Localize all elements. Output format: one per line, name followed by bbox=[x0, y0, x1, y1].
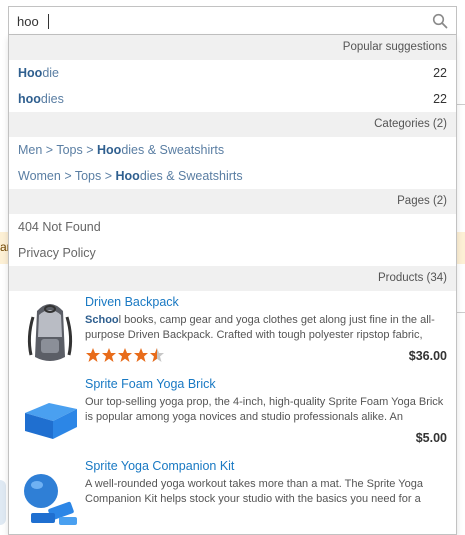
divider bbox=[457, 104, 465, 105]
autocomplete-dropdown: Popular suggestions Hoodie 22 hoodies 22… bbox=[8, 35, 457, 535]
text-caret bbox=[48, 14, 49, 29]
search-input[interactable] bbox=[17, 12, 417, 30]
search-box[interactable] bbox=[8, 6, 457, 35]
product-image-yoga-kit bbox=[24, 474, 77, 525]
product-item[interactable]: Sprite Foam Yoga Brick Our top-selling y… bbox=[9, 373, 456, 455]
background-shape bbox=[0, 480, 6, 525]
product-price: $36.00 bbox=[408, 349, 447, 363]
section-header-popular: Popular suggestions bbox=[9, 35, 456, 60]
suggestion-item[interactable]: hoodies 22 bbox=[9, 86, 456, 112]
suggestion-count: 22 bbox=[433, 92, 447, 106]
category-item[interactable]: Women > Tops > Hoodies & Sweatshirts bbox=[9, 163, 456, 189]
product-name: Sprite Yoga Companion Kit bbox=[85, 459, 235, 473]
product-name: Driven Backpack bbox=[85, 295, 179, 309]
suggestion-count: 22 bbox=[433, 66, 447, 80]
suggestion-item[interactable]: Hoodie 22 bbox=[9, 60, 456, 86]
product-name: Sprite Foam Yoga Brick bbox=[85, 377, 216, 391]
section-header-pages: Pages (2) bbox=[9, 189, 456, 214]
suggestion-label: Hoodie bbox=[18, 66, 59, 80]
product-description: Our top-selling yoga prop, the 4-inch, h… bbox=[85, 396, 444, 423]
product-item[interactable]: Driven Backpack School books, camp gear … bbox=[9, 291, 456, 373]
category-item[interactable]: Men > Tops > Hoodies & Sweatshirts bbox=[9, 137, 456, 163]
page-label: 404 Not Found bbox=[18, 220, 101, 234]
category-label: Men > Tops > Hoodies & Sweatshirts bbox=[18, 143, 225, 157]
star-full-icon bbox=[86, 348, 100, 362]
star-full-icon bbox=[134, 348, 148, 362]
page-item[interactable]: 404 Not Found bbox=[9, 214, 456, 240]
star-half-icon bbox=[150, 348, 164, 362]
product-rating bbox=[85, 347, 165, 363]
product-price: $5.00 bbox=[415, 431, 447, 445]
product-image-yoga-brick bbox=[25, 403, 77, 439]
search-icon[interactable] bbox=[432, 13, 448, 29]
page-item[interactable]: Privacy Policy bbox=[9, 240, 456, 266]
section-header-products: Products (34) bbox=[9, 266, 456, 291]
category-label: Women > Tops > Hoodies & Sweatshirts bbox=[18, 169, 243, 183]
divider bbox=[457, 312, 465, 313]
suggestion-label: hoodies bbox=[18, 92, 64, 106]
product-description: A well-rounded yoga workout takes more t… bbox=[85, 478, 423, 505]
product-image-backpack bbox=[27, 304, 73, 361]
product-description: School books, camp gear and yoga clothes… bbox=[85, 314, 435, 341]
product-item[interactable]: Sprite Yoga Companion Kit A well-rounded… bbox=[9, 455, 456, 534]
star-full-icon bbox=[118, 348, 132, 362]
star-full-icon bbox=[102, 348, 116, 362]
page-label: Privacy Policy bbox=[18, 246, 96, 260]
section-header-categories: Categories (2) bbox=[9, 112, 456, 137]
